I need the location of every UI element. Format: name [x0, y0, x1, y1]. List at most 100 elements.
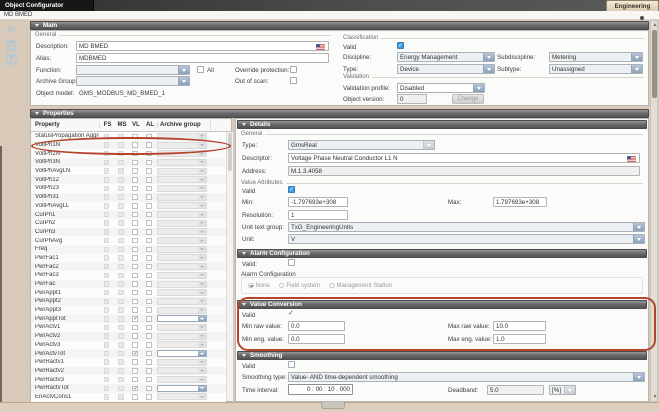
vl-checkbox[interactable]	[132, 220, 138, 226]
fs-checkbox[interactable]	[104, 212, 110, 218]
al-checkbox[interactable]	[146, 229, 152, 235]
fs-checkbox[interactable]	[104, 307, 110, 313]
max-input[interactable]: 1.797693e+308	[493, 197, 547, 207]
ms-checkbox[interactable]	[118, 394, 124, 400]
archive-group-cell-dropdown[interactable]	[157, 246, 207, 253]
description-input[interactable]: MD BMED	[76, 41, 329, 51]
fs-checkbox[interactable]	[104, 316, 110, 322]
vl-checkbox[interactable]	[132, 368, 138, 374]
al-checkbox[interactable]	[146, 351, 152, 357]
archive-group-cell-dropdown[interactable]	[157, 376, 207, 383]
ms-checkbox[interactable]	[118, 359, 124, 365]
fs-checkbox[interactable]	[104, 273, 110, 279]
archive-group-cell-dropdown[interactable]	[157, 168, 207, 175]
column-archive-group[interactable]: Archive group	[157, 122, 210, 128]
alarm-valid-checkbox[interactable]	[288, 259, 295, 266]
fs-checkbox[interactable]	[104, 247, 110, 253]
table-row[interactable]: CurPh3	[31, 228, 226, 237]
ms-checkbox[interactable]	[118, 229, 124, 235]
table-row[interactable]: PwrRactv2	[31, 367, 226, 376]
va-valid-checkbox[interactable]	[288, 186, 295, 193]
scroll-down-icon[interactable]: ▼	[651, 394, 659, 400]
fs-checkbox[interactable]	[104, 186, 110, 192]
ms-checkbox[interactable]	[118, 290, 124, 296]
al-checkbox[interactable]	[146, 177, 152, 183]
vl-checkbox[interactable]	[132, 386, 138, 392]
vl-checkbox[interactable]	[132, 359, 138, 365]
scroll-up-icon[interactable]: ▲	[651, 22, 659, 28]
vl-checkbox[interactable]	[132, 229, 138, 235]
fs-checkbox[interactable]	[104, 368, 110, 374]
vl-checkbox[interactable]	[132, 264, 138, 270]
save-as-icon[interactable]	[6, 54, 17, 67]
table-row[interactable]: PwrActv1	[31, 323, 226, 332]
al-checkbox[interactable]	[146, 203, 152, 209]
table-row[interactable]: PwrActvTot	[31, 349, 226, 358]
table-row[interactable]: VoltPhAvgLN	[31, 167, 226, 176]
ms-checkbox[interactable]	[118, 220, 124, 226]
archive-group-cell-dropdown[interactable]	[157, 333, 207, 340]
type-dropdown[interactable]: Device	[397, 64, 495, 74]
vl-checkbox[interactable]	[132, 325, 138, 331]
ms-checkbox[interactable]	[118, 377, 124, 383]
ms-checkbox[interactable]	[118, 203, 124, 209]
archive-group-cell-dropdown[interactable]	[157, 324, 207, 331]
al-checkbox[interactable]	[146, 264, 152, 270]
archive-group-cell-dropdown[interactable]	[157, 350, 207, 357]
archive-group-cell-dropdown[interactable]	[157, 228, 207, 235]
splitter-handle[interactable]	[321, 402, 345, 409]
radio-icon[interactable]	[248, 283, 254, 289]
archive-group-cell-dropdown[interactable]	[157, 220, 207, 227]
subtype-dropdown[interactable]: Unassigned	[549, 64, 643, 74]
ms-checkbox[interactable]	[118, 368, 124, 374]
fs-checkbox[interactable]	[104, 168, 110, 174]
vl-checkbox[interactable]	[132, 238, 138, 244]
al-checkbox[interactable]	[146, 299, 152, 305]
fs-checkbox[interactable]	[104, 342, 110, 348]
al-checkbox[interactable]	[146, 247, 152, 253]
column-al[interactable]: AL	[143, 122, 157, 128]
ms-checkbox[interactable]	[118, 194, 124, 200]
radio-icon[interactable]	[329, 283, 335, 289]
vl-checkbox[interactable]	[132, 203, 138, 209]
table-row[interactable]: PwrApptTot	[31, 314, 226, 323]
vl-checkbox[interactable]	[132, 212, 138, 218]
ms-checkbox[interactable]	[118, 168, 124, 174]
archive-group-cell-dropdown[interactable]	[157, 298, 207, 305]
table-row[interactable]: PwrFac1	[31, 254, 226, 263]
ms-checkbox[interactable]	[118, 307, 124, 313]
fs-checkbox[interactable]	[104, 299, 110, 305]
section-smoothing-header[interactable]: Smoothing	[237, 351, 647, 360]
table-row[interactable]: PwrRactv1	[31, 358, 226, 367]
archive-group-cell-dropdown[interactable]	[157, 307, 207, 314]
section-details-header[interactable]: Details	[237, 120, 647, 129]
table-row[interactable]: PwrActv2	[31, 332, 226, 341]
archive-group-cell-dropdown[interactable]	[157, 185, 207, 192]
al-checkbox[interactable]	[146, 394, 152, 400]
function-dropdown[interactable]	[76, 65, 190, 75]
archive-group-cell-dropdown[interactable]	[157, 341, 207, 348]
ms-checkbox[interactable]	[118, 386, 124, 392]
ms-checkbox[interactable]	[118, 299, 124, 305]
archive-group-dropdown[interactable]	[76, 76, 190, 86]
ms-checkbox[interactable]	[118, 160, 124, 166]
table-row[interactable]: VoltPh3N	[31, 158, 226, 167]
archive-group-cell-dropdown[interactable]	[157, 281, 207, 288]
time-interval-input[interactable]: 0 : 00 : 10 . 000	[288, 384, 353, 395]
archive-group-cell-dropdown[interactable]	[157, 159, 207, 166]
al-checkbox[interactable]	[146, 368, 152, 374]
vl-checkbox[interactable]	[132, 281, 138, 287]
out-of-scan-checkbox[interactable]	[290, 77, 297, 84]
fs-checkbox[interactable]	[104, 325, 110, 331]
ms-checkbox[interactable]	[118, 238, 124, 244]
save-icon[interactable]	[6, 40, 17, 53]
vl-checkbox[interactable]	[132, 255, 138, 261]
vl-checkbox[interactable]	[132, 377, 138, 383]
archive-group-cell-dropdown[interactable]	[157, 237, 207, 244]
ms-checkbox[interactable]	[118, 212, 124, 218]
vl-checkbox[interactable]	[132, 247, 138, 253]
ms-checkbox[interactable]	[118, 177, 124, 183]
fs-checkbox[interactable]	[104, 394, 110, 400]
archive-group-cell-dropdown[interactable]	[157, 272, 207, 279]
table-row[interactable]: PwrActv3	[31, 341, 226, 350]
